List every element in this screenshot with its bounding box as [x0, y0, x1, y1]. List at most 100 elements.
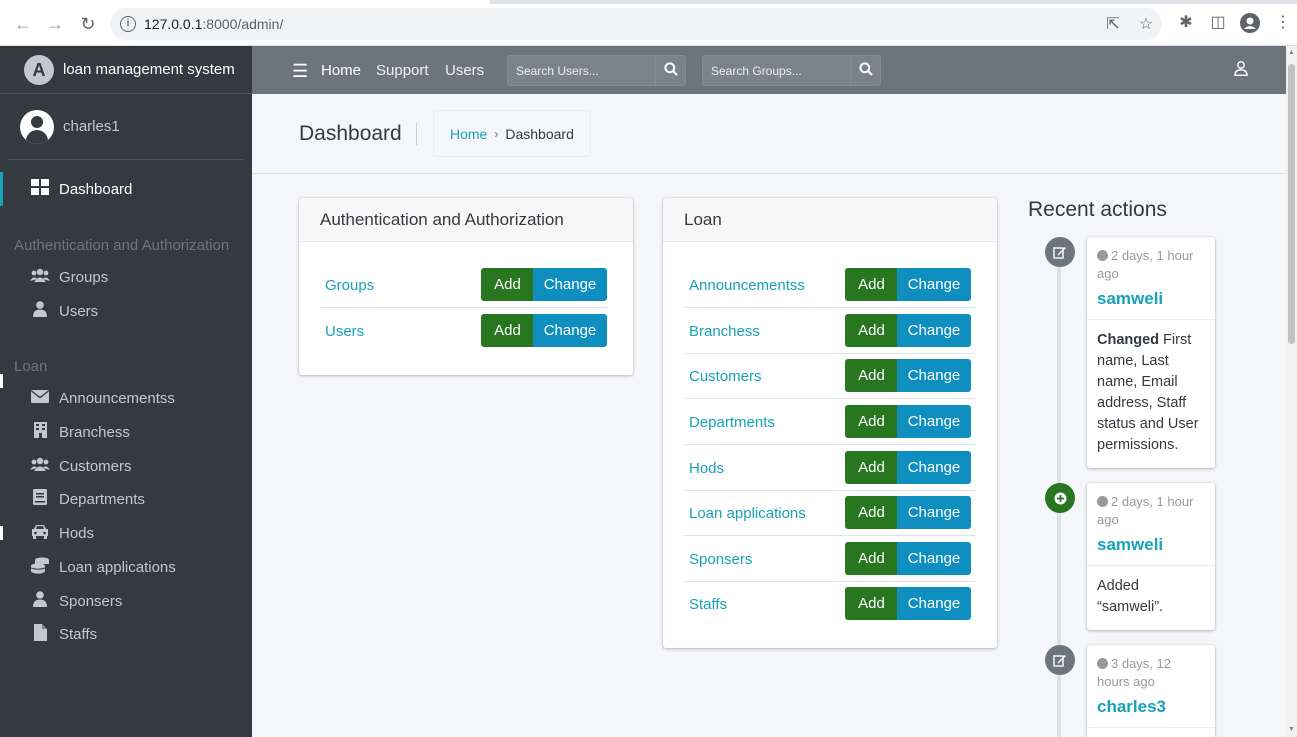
page-scrollbar[interactable]: ▲ ▼ [1286, 46, 1297, 737]
search-groups-button[interactable] [850, 55, 881, 86]
bookmark-star-icon[interactable]: ☆ [1137, 16, 1155, 34]
model-link-groups[interactable]: Groups [325, 277, 374, 294]
breadcrumb-home-link[interactable]: Home [450, 126, 487, 142]
edit-icon [1045, 237, 1075, 267]
model-link-departments[interactable]: Departments [689, 414, 775, 431]
add-sponsers-button[interactable]: Add [845, 542, 898, 575]
action-object-link[interactable]: samweli [1087, 529, 1215, 566]
reload-icon[interactable]: ↻ [76, 12, 100, 36]
search-users-form: Search Users... [507, 55, 686, 86]
sidebar-item-label: Loan applications [59, 558, 176, 576]
sidebar-item-label: Dashboard [59, 180, 133, 198]
brand-logo-icon: A [24, 54, 54, 85]
user-menu-icon[interactable] [1234, 61, 1248, 81]
profile-icon[interactable] [1240, 13, 1260, 33]
users-icon [29, 457, 51, 475]
change-branchess-button[interactable]: Change [897, 314, 971, 347]
back-icon[interactable]: ← [11, 12, 35, 36]
add-announcementss-button[interactable]: Add [845, 268, 898, 301]
model-link-staffs[interactable]: Staffs [689, 596, 727, 613]
add-groups-button[interactable]: Add [481, 268, 534, 301]
change-sponsers-button[interactable]: Change [897, 542, 971, 575]
sidebar-item-departments[interactable]: Departments [0, 482, 252, 516]
scroll-down-icon[interactable]: ▼ [1288, 726, 1295, 733]
model-row-staffs: Staffs Add Change [684, 587, 975, 627]
model-link-users[interactable]: Users [325, 323, 364, 340]
search-groups-input[interactable]: Search Groups... [702, 55, 850, 86]
model-row-announcementss: Announcementss Add Change [684, 268, 975, 308]
add-loan-applications-button[interactable]: Add [845, 496, 898, 529]
search-icon [663, 62, 678, 79]
clock-icon [1097, 250, 1108, 261]
recent-action-card: 2 days, 1 hour ago samweli Changed First… [1087, 237, 1215, 468]
nav-link-support[interactable]: Support [376, 62, 429, 79]
action-object-link[interactable]: charles3 [1087, 691, 1215, 728]
recent-action-card: 3 days, 12 hours ago charles3 [1087, 645, 1215, 737]
breadcrumb-separator: › [494, 126, 499, 141]
sidebar-item-label: Sponsers [59, 592, 123, 610]
scrollbar-thumb[interactable] [1288, 64, 1295, 344]
url-text[interactable]: 127.0.0.1:8000/admin/ [144, 16, 283, 32]
model-link-customers[interactable]: Customers [689, 368, 762, 385]
scroll-up-icon[interactable]: ▲ [1288, 49, 1295, 56]
app-card-title: Loan [663, 198, 997, 242]
model-row-customers: Customers Add Change [684, 359, 975, 399]
car-icon [29, 524, 51, 543]
nav-link-home[interactable]: Home [321, 62, 361, 79]
model-link-loan-applications[interactable]: Loan applications [689, 505, 806, 522]
share-icon[interactable]: ⇱ [1104, 16, 1122, 34]
top-navbar: ☰ Home Support Users Search Users... Sea… [252, 46, 1286, 94]
sidebar-item-label: Departments [59, 490, 145, 508]
sidebar-item-announcementss[interactable]: Announcementss [0, 381, 252, 415]
model-link-hods[interactable]: Hods [689, 460, 724, 477]
hamburger-menu-icon[interactable]: ☰ [292, 61, 308, 82]
sidebar-item-users[interactable]: Users [0, 294, 252, 328]
search-users-button[interactable] [655, 55, 686, 86]
add-hods-button[interactable]: Add [845, 451, 898, 484]
change-customers-button[interactable]: Change [897, 359, 971, 392]
address-bar[interactable]: i 127.0.0.1:8000/admin/ ⇱ ☆ [110, 8, 1162, 40]
sidebar-item-label: Customers [59, 457, 132, 475]
change-loan-applications-button[interactable]: Change [897, 496, 971, 529]
forward-icon[interactable]: → [43, 12, 67, 36]
sidebar-item-groups[interactable]: Groups [0, 260, 252, 294]
change-staffs-button[interactable]: Change [897, 587, 971, 620]
side-panel-icon[interactable]: ◫ [1208, 13, 1228, 33]
browser-menu-icon[interactable]: ⋮ [1273, 13, 1293, 33]
user-panel[interactable]: charles1 [8, 94, 244, 160]
model-row-users: Users Add Change [320, 314, 607, 354]
add-users-button[interactable]: Add [481, 314, 534, 347]
add-departments-button[interactable]: Add [845, 405, 898, 438]
add-customers-button[interactable]: Add [845, 359, 898, 392]
change-hods-button[interactable]: Change [897, 451, 971, 484]
nav-link-users[interactable]: Users [445, 62, 484, 79]
change-departments-button[interactable]: Change [897, 405, 971, 438]
brand-link[interactable]: A loan management system [0, 46, 252, 94]
add-staffs-button[interactable]: Add [845, 587, 898, 620]
change-users-button[interactable]: Change [533, 314, 607, 347]
sidebar-item-customers[interactable]: Customers [0, 449, 252, 483]
sidebar-item-staffs[interactable]: Staffs [0, 617, 252, 651]
model-link-sponsers[interactable]: Sponsers [689, 551, 752, 568]
coins-icon [29, 556, 51, 578]
change-groups-button[interactable]: Change [533, 268, 607, 301]
sidebar-item-branchess[interactable]: Branchess [0, 415, 252, 449]
model-link-announcementss[interactable]: Announcementss [689, 277, 805, 294]
action-object-link[interactable]: samweli [1087, 283, 1215, 320]
sidebar-item-dashboard[interactable]: Dashboard [0, 172, 252, 206]
active-tab[interactable] [0, 0, 490, 4]
change-announcementss-button[interactable]: Change [897, 268, 971, 301]
search-users-input[interactable]: Search Users... [507, 55, 655, 86]
breadcrumb: Home › Dashboard [433, 110, 591, 157]
search-groups-form: Search Groups... [702, 55, 881, 86]
site-info-icon[interactable]: i [120, 16, 136, 32]
extensions-icon[interactable]: ✱ [1176, 13, 1196, 33]
add-branchess-button[interactable]: Add [845, 314, 898, 347]
model-link-branchess[interactable]: Branchess [689, 323, 760, 340]
model-row-hods: Hods Add Change [684, 451, 975, 491]
sidebar-item-sponsers[interactable]: Sponsers [0, 584, 252, 618]
sidebar-item-hods[interactable]: Hods [0, 516, 252, 550]
model-row-branchess: Branchess Add Change [684, 314, 975, 354]
model-row-sponsers: Sponsers Add Change [684, 542, 975, 582]
sidebar-item-loan-applications[interactable]: Loan applications [0, 550, 252, 584]
